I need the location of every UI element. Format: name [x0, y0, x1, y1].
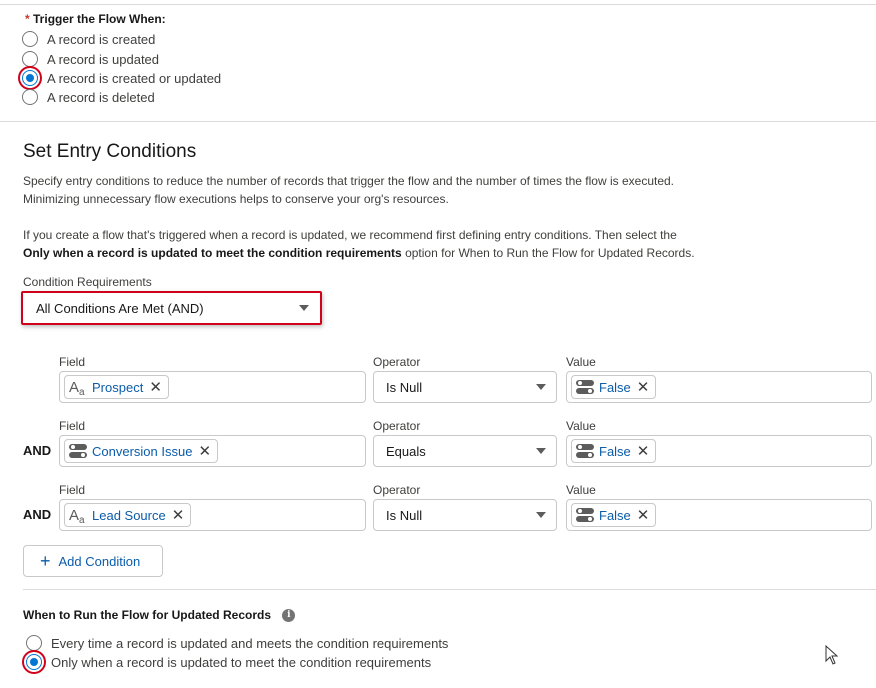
field-input[interactable]: Aa Prospect ✕ — [59, 371, 366, 403]
plus-icon: + — [40, 551, 51, 571]
chevron-down-icon — [536, 512, 546, 518]
trigger-option-label: A record is created — [47, 31, 156, 47]
text-icon: Aa — [68, 378, 88, 396]
svg-text:a: a — [79, 387, 85, 396]
radio-button-selected[interactable] — [22, 70, 38, 86]
close-icon[interactable]: ✕ — [637, 508, 650, 523]
run-when-label: When to Run the Flow for Updated Records… — [23, 608, 296, 623]
value-pill[interactable]: False ✕ — [571, 439, 657, 463]
field-pill[interactable]: Aa Prospect ✕ — [64, 375, 169, 399]
field-label: Field — [59, 419, 86, 433]
entry-conditions-title: Set Entry Conditions — [23, 141, 197, 162]
section-divider — [23, 589, 876, 590]
value-label: Value — [566, 483, 596, 497]
run-option-only-when[interactable]: Only when a record is updated to meet th… — [26, 653, 431, 671]
trigger-label: * Trigger the Flow When: — [25, 12, 166, 26]
value-pill-label: False — [599, 443, 631, 459]
mouse-cursor-icon — [825, 644, 839, 668]
section-divider — [0, 121, 876, 122]
close-icon[interactable]: ✕ — [149, 380, 162, 395]
value-input[interactable]: False ✕ — [566, 499, 872, 531]
condition-requirements-label: Condition Requirements — [23, 275, 152, 289]
svg-text:a: a — [79, 515, 85, 524]
field-pill[interactable]: Aa Lead Source ✕ — [64, 503, 192, 527]
operator-label: Operator — [373, 355, 421, 369]
trigger-label-text: Trigger the Flow When: — [33, 12, 166, 26]
svg-text:A: A — [69, 507, 79, 524]
entry-conditions-description: Specify entry conditions to reduce the n… — [23, 172, 723, 208]
radio-button[interactable] — [26, 635, 42, 651]
field-pill-label: Prospect — [92, 379, 144, 395]
trigger-option-label: A record is created or updated — [47, 70, 222, 86]
field-input[interactable]: Conversion Issue ✕ — [59, 435, 366, 467]
value-input[interactable]: False ✕ — [566, 371, 872, 403]
toggle-icon — [68, 443, 88, 459]
and-connector: AND — [23, 443, 52, 458]
value-label: Value — [566, 419, 596, 433]
operator-value: Equals — [386, 443, 426, 459]
close-icon[interactable]: ✕ — [172, 508, 185, 523]
field-label: Field — [59, 355, 86, 369]
and-connector: AND — [23, 507, 52, 522]
value-pill[interactable]: False ✕ — [571, 375, 657, 399]
trigger-option-updated[interactable]: A record is updated — [22, 50, 159, 68]
chevron-down-icon — [536, 448, 546, 454]
run-when-label-text: When to Run the Flow for Updated Records — [23, 608, 271, 622]
trigger-option-label: A record is deleted — [47, 89, 155, 105]
radio-button[interactable] — [22, 51, 38, 67]
top-divider — [0, 4, 876, 5]
trigger-option-created-or-updated[interactable]: A record is created or updated — [22, 69, 221, 87]
operator-value: Is Null — [386, 379, 423, 395]
operator-select[interactable]: Equals — [373, 435, 557, 467]
text-icon: Aa — [68, 506, 88, 524]
value-pill-label: False — [599, 507, 631, 523]
value-input[interactable]: False ✕ — [566, 435, 872, 467]
toggle-icon — [575, 379, 595, 395]
required-mark: * — [25, 12, 30, 26]
note-line-2: Only when a record is updated to meet th… — [23, 244, 723, 262]
condition-requirements-select[interactable]: All Conditions Are Met (AND) — [24, 294, 319, 322]
trigger-option-created[interactable]: A record is created — [22, 30, 155, 48]
radio-button-selected[interactable] — [26, 654, 42, 670]
toggle-icon — [575, 443, 595, 459]
condition-requirements-value: All Conditions Are Met (AND) — [36, 300, 204, 316]
note-line-1: If you create a flow that's triggered wh… — [23, 228, 677, 242]
add-condition-label: Add Condition — [58, 553, 141, 569]
description-line-1: Specify entry conditions to reduce the n… — [23, 174, 675, 188]
run-option-label: Only when a record is updated to meet th… — [51, 654, 432, 670]
radio-button[interactable] — [22, 31, 38, 47]
entry-conditions-note: If you create a flow that's triggered wh… — [23, 226, 723, 262]
toggle-icon — [575, 507, 595, 523]
field-pill-label: Lead Source — [92, 507, 166, 523]
value-pill[interactable]: False ✕ — [571, 503, 657, 527]
trigger-option-deleted[interactable]: A record is deleted — [22, 88, 155, 106]
close-icon[interactable]: ✕ — [198, 444, 211, 459]
chevron-down-icon — [536, 384, 546, 390]
operator-label: Operator — [373, 419, 421, 433]
run-option-label: Every time a record is updated and meets… — [51, 635, 449, 651]
operator-select[interactable]: Is Null — [373, 371, 557, 403]
close-icon[interactable]: ✕ — [637, 380, 650, 395]
field-pill-label: Conversion Issue — [92, 443, 193, 459]
operator-select[interactable]: Is Null — [373, 499, 557, 531]
operator-value: Is Null — [386, 507, 423, 523]
operator-label: Operator — [373, 483, 421, 497]
description-line-2: Minimizing unnecessary flow executions h… — [23, 192, 449, 206]
close-icon[interactable]: ✕ — [637, 444, 650, 459]
add-condition-button[interactable]: + Add Condition — [23, 545, 163, 577]
value-label: Value — [566, 355, 596, 369]
field-label: Field — [59, 483, 86, 497]
value-pill-label: False — [599, 379, 631, 395]
note-bold-option: Only when a record is updated to meet th… — [23, 246, 402, 260]
run-option-every-time[interactable]: Every time a record is updated and meets… — [26, 634, 448, 652]
radio-button[interactable] — [22, 89, 38, 105]
field-input[interactable]: Aa Lead Source ✕ — [59, 499, 366, 531]
note-line-2-rest: option for When to Run the Flow for Upda… — [405, 246, 695, 260]
chevron-down-icon — [299, 305, 309, 311]
info-icon[interactable]: i — [282, 609, 296, 623]
trigger-option-label: A record is updated — [47, 51, 160, 67]
svg-text:A: A — [69, 379, 79, 396]
field-pill[interactable]: Conversion Issue ✕ — [64, 439, 219, 463]
